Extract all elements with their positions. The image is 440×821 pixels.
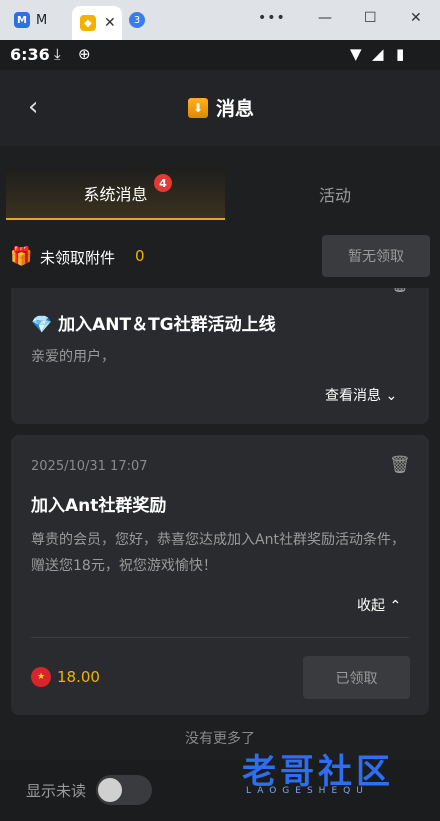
message-body: 亲爱的用户，: [31, 349, 115, 365]
message-tabs: 系统消息 4 活动: [0, 150, 440, 220]
divider: [31, 637, 409, 638]
collapse-label: 收起: [357, 598, 385, 614]
close-window-icon[interactable]: ✕: [410, 10, 422, 26]
message-body: 尊贵的会员，您好，恭喜您达成加入Ant社群奖励活动条件，赠送您18元，祝您游戏愉…: [31, 532, 405, 574]
back-icon[interactable]: ‹: [28, 92, 38, 122]
tab-activity-label: 活动: [318, 186, 351, 205]
minimize-icon[interactable]: —: [318, 10, 332, 26]
download-icon: ⤓: [54, 45, 61, 63]
wifi-icon: ▼: [350, 45, 362, 63]
browser-tab-active[interactable]: ◆ ✕: [72, 6, 122, 40]
trash-icon[interactable]: 🗑: [389, 288, 411, 294]
message-title: 💎 加入ANT＆TG社群活动上线: [31, 315, 276, 335]
view-message-label: 查看消息: [325, 388, 381, 404]
show-unread-label: 显示未读: [26, 782, 87, 800]
watermark-logo: 老哥社区 LAOGESHEQU: [206, 726, 428, 806]
view-message-link[interactable]: 查看消息 ⌄: [325, 385, 397, 405]
message-date: 2025/10/31 17:07: [31, 459, 148, 474]
browser-tab-strip: M M ◆ ✕ 3 ••• — ☐ ✕: [0, 0, 440, 40]
attachments-label: 未领取附件: [40, 249, 116, 267]
status-bar: 6:36 ⤓ ⊕ ▼ ◢ ▮: [0, 40, 440, 70]
clock: 6:36: [10, 45, 50, 64]
claim-all-button[interactable]: 暂无领取: [322, 235, 430, 277]
signal-icon: ◢: [372, 45, 384, 63]
unclaimed-attachments-bar: 🎁 未领取附件 0 暂无领取: [0, 226, 440, 288]
tab-group-count[interactable]: 3: [129, 12, 145, 28]
tab-activity[interactable]: 活动: [230, 168, 440, 220]
show-unread-toggle[interactable]: [96, 775, 152, 805]
message-list[interactable]: 🗑 💎 加入ANT＆TG社群活动上线 亲爱的用户， 查看消息 ⌄ 2025/10…: [0, 288, 440, 758]
watermark-subtext: LAOGESHEQU: [246, 786, 369, 796]
sync-icon: ⊕: [78, 45, 91, 63]
page-title: 消息: [216, 98, 255, 120]
chevron-up-icon: ⌃: [389, 598, 402, 614]
battery-icon: ▮: [396, 45, 405, 63]
chevron-down-icon: ⌄: [385, 388, 398, 404]
tab-system-label: 系统消息: [83, 185, 148, 204]
more-options-icon[interactable]: •••: [258, 10, 286, 26]
app-header: ‹ ⬇ 消息: [0, 70, 440, 146]
reward-amount: 18.00: [57, 668, 100, 686]
tab-system-messages[interactable]: 系统消息 4: [6, 168, 225, 220]
inbox-download-icon: ⬇: [188, 97, 208, 118]
message-card[interactable]: 2025/10/31 17:07 🗑 加入Ant社群奖励 尊贵的会员，您好，恭喜…: [11, 435, 429, 715]
maximize-icon[interactable]: ☐: [364, 10, 377, 26]
browser-tab-label: M: [36, 12, 48, 28]
unread-badge: 4: [154, 174, 172, 192]
claimed-button[interactable]: 已领取: [303, 656, 410, 699]
toggle-knob: [98, 778, 122, 802]
china-flag-icon: ★: [31, 667, 51, 687]
message-card[interactable]: 🗑 💎 加入ANT＆TG社群活动上线 亲爱的用户， 查看消息 ⌄: [11, 288, 429, 424]
site-favicon-icon: M: [14, 12, 30, 28]
close-tab-icon[interactable]: ✕: [104, 15, 116, 31]
attachments-count: 0: [135, 247, 145, 265]
gift-icon: 🎁: [10, 246, 33, 267]
site-favicon-icon: ◆: [80, 15, 96, 31]
browser-tab[interactable]: M M: [14, 6, 62, 34]
page-title-group: ⬇ 消息: [188, 94, 254, 121]
message-title: 加入Ant社群奖励: [31, 496, 167, 516]
trash-icon[interactable]: 🗑: [389, 455, 411, 475]
collapse-message-link[interactable]: 收起 ⌃: [357, 595, 401, 615]
